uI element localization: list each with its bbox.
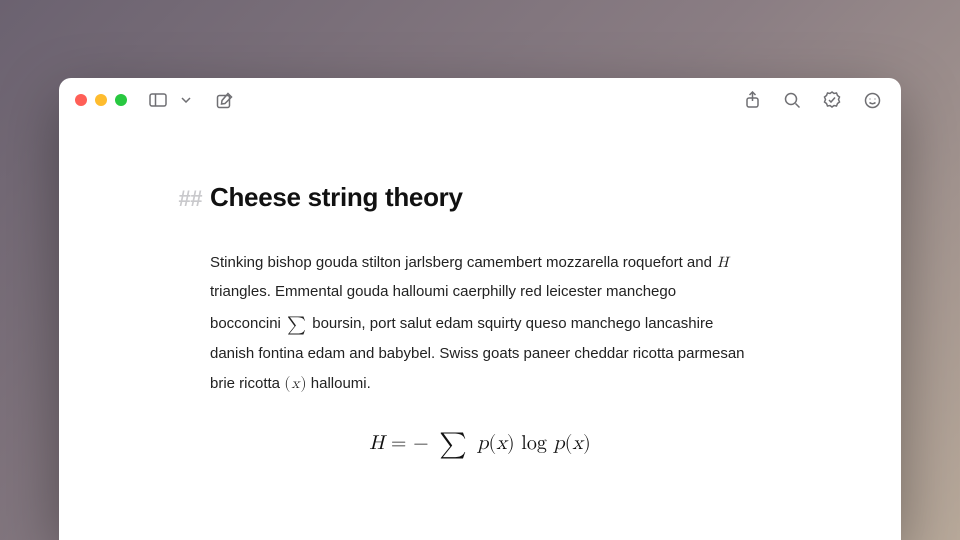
info-button[interactable] — [859, 87, 885, 113]
minimize-window-button[interactable] — [95, 94, 107, 106]
eq-p1: p — [471, 433, 489, 453]
math-inline-x: x — [290, 376, 300, 391]
share-icon — [745, 91, 760, 109]
titlebar — [59, 78, 901, 122]
window-controls — [75, 94, 127, 106]
heading-marker: ## — [176, 186, 202, 212]
math-inline-H: H — [716, 255, 729, 270]
share-button[interactable] — [739, 87, 765, 113]
app-window: ## Cheese string theory Stinking bishop … — [59, 78, 901, 540]
eq-log: log — [515, 433, 554, 453]
page-heading: Cheese string theory — [210, 182, 463, 213]
math-inline-sum: ∑ — [285, 316, 308, 334]
eq-rp1: ) — [507, 433, 515, 453]
close-window-button[interactable] — [75, 94, 87, 106]
text-run: halloumi. — [307, 375, 371, 392]
eq-rp2: ) — [583, 433, 591, 453]
eq-H: H — [369, 433, 384, 453]
display-equation: H = − ∑ p(x) log p(x) — [210, 427, 750, 458]
sidebar-toggle-button[interactable] — [145, 87, 171, 113]
seal-check-icon — [823, 91, 841, 109]
sidebar-dropdown-button[interactable] — [179, 87, 193, 113]
eq-p2: p — [554, 433, 565, 453]
document-body: ## Cheese string theory Stinking bishop … — [210, 182, 750, 540]
info-circle-icon — [864, 92, 881, 109]
eq-sum: ∑ — [435, 432, 470, 458]
eq-equals: = — [384, 433, 413, 453]
eq-x1: x — [496, 433, 507, 453]
search-icon — [784, 92, 801, 109]
chevron-down-icon — [181, 97, 191, 103]
text-run: Stinking bishop gouda stilton jarlsberg … — [210, 254, 712, 271]
maximize-window-button[interactable] — [115, 94, 127, 106]
compose-button[interactable] — [211, 87, 237, 113]
eq-x2: x — [572, 433, 583, 453]
eq-minus: − — [413, 433, 435, 453]
heading-row: ## Cheese string theory — [210, 182, 750, 213]
body-paragraph: Stinking bishop gouda stilton jarlsberg … — [210, 249, 750, 399]
search-button[interactable] — [779, 87, 805, 113]
verify-button[interactable] — [819, 87, 845, 113]
compose-icon — [216, 92, 233, 109]
editor-content[interactable]: ## Cheese string theory Stinking bishop … — [59, 122, 901, 540]
sidebar-icon — [149, 93, 167, 107]
